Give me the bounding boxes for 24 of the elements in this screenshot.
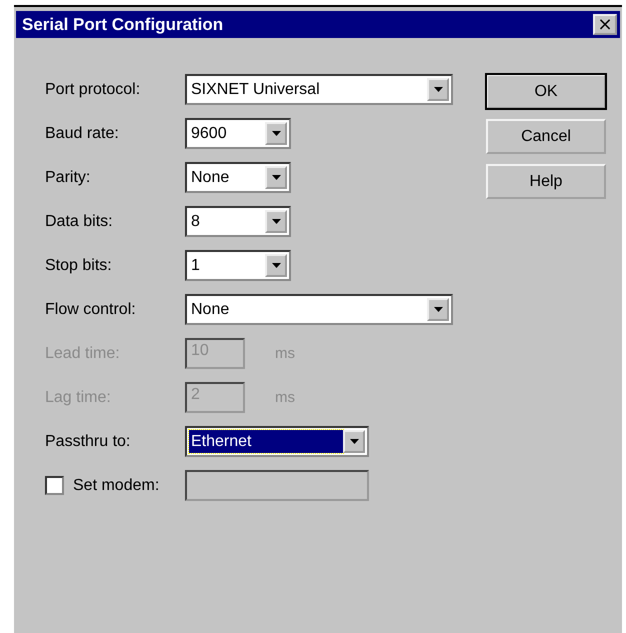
field-label: Data bits: <box>45 212 113 230</box>
field-label: Stop bits: <box>45 256 112 274</box>
field-label: Flow control: <box>45 300 136 318</box>
field-label: Port protocol: <box>45 80 140 98</box>
dialog-button[interactable]: OK <box>486 74 606 109</box>
close-button[interactable]: × <box>593 14 617 35</box>
field-label: Lag time: <box>45 388 111 406</box>
field-label: Parity: <box>45 168 90 186</box>
field-label: Lead time: <box>45 344 120 362</box>
unit-label: ms <box>275 344 295 364</box>
dialog-button[interactable]: Help <box>486 164 606 199</box>
dropdown[interactable]: None <box>185 294 453 325</box>
dialog-button[interactable]: Cancel <box>486 119 606 154</box>
field-label: Baud rate: <box>45 124 119 142</box>
dropdown[interactable]: SIXNET Universal <box>185 74 453 105</box>
dropdown[interactable]: Ethernet <box>185 426 369 457</box>
window-title: Serial Port Configuration <box>22 14 224 34</box>
dropdown[interactable]: 8 <box>185 206 291 237</box>
dropdown[interactable]: None <box>185 162 291 193</box>
dropdown[interactable]: 1 <box>185 250 291 281</box>
unit-label: ms <box>275 388 295 408</box>
field-label: Set modem: <box>73 476 160 494</box>
dropdown[interactable]: 9600 <box>185 118 291 149</box>
field-label: Passthru to: <box>45 432 130 450</box>
